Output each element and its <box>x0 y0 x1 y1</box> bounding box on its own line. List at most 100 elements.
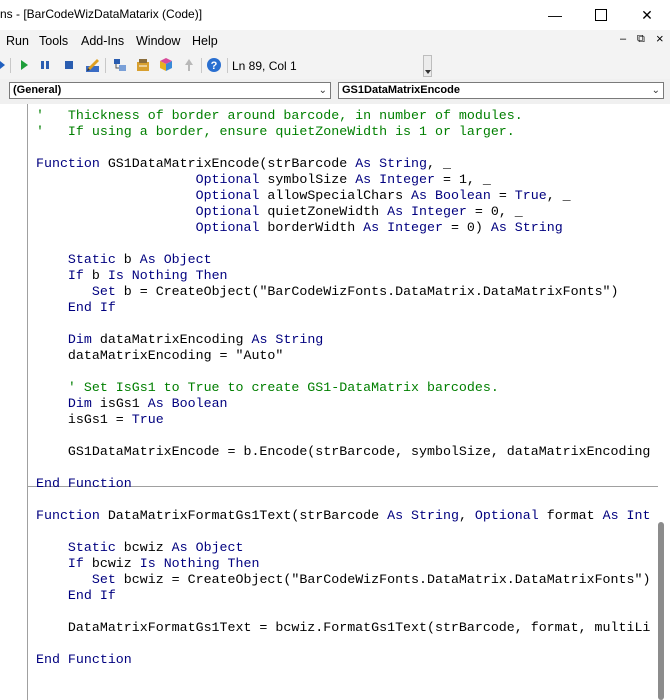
reset-icon[interactable] <box>61 57 77 73</box>
scrollbar-thumb[interactable] <box>658 522 664 700</box>
minimize-button[interactable]: — <box>532 0 578 30</box>
window-title: ns - [BarCodeWizDataMatarix (Code)] <box>0 7 203 21</box>
code-text-area[interactable]: ' Thickness of border around barcode, in… <box>36 108 662 700</box>
code-line[interactable]: Static b As Object <box>36 252 662 268</box>
code-line[interactable] <box>36 524 662 540</box>
object-dropdown[interactable]: (General) ⌄ <box>9 82 331 99</box>
code-line[interactable]: Optional borderWidth As Integer = 0) As … <box>36 220 662 236</box>
menu-tools[interactable]: Tools <box>39 34 68 48</box>
object-dropdown-value: (General) <box>13 84 62 96</box>
menu-bar: Run Tools Add-Ins Window Help – ⧉ × <box>0 30 670 52</box>
properties-window-icon[interactable] <box>135 57 151 73</box>
code-keyword: As String <box>387 508 459 523</box>
mdi-restore-button[interactable]: ⧉ <box>637 33 645 46</box>
code-line[interactable] <box>36 236 662 252</box>
code-text: b <box>115 252 140 267</box>
menu-window[interactable]: Window <box>136 34 180 48</box>
code-line[interactable]: Static bcwiz As Object <box>36 540 662 556</box>
object-browser-icon[interactable] <box>158 57 174 73</box>
code-keyword: As Boolean <box>411 188 491 203</box>
standard-toolbar: ? Ln 89, Col 1 <box>0 52 670 80</box>
code-keyword: As String <box>490 220 563 235</box>
code-text: GS1DataMatrixEncode(strBarcode <box>99 156 356 171</box>
code-line[interactable]: Dim dataMatrixEncoding As String <box>36 332 662 348</box>
code-text: bcwiz = CreateObject("BarCodeWizFonts.Da… <box>115 572 651 587</box>
menu-run[interactable]: Run <box>6 34 29 48</box>
code-keyword: True <box>514 188 547 203</box>
code-text: , <box>458 508 475 523</box>
code-line[interactable]: Function GS1DataMatrixEncode(strBarcode … <box>36 156 662 172</box>
toolbar-separator <box>10 58 11 73</box>
maximize-button[interactable] <box>578 0 624 30</box>
menu-add-ins[interactable]: Add-Ins <box>81 34 124 48</box>
project-explorer-icon[interactable] <box>112 57 128 73</box>
toolbar-separator <box>105 58 106 73</box>
code-keyword: Function <box>36 508 100 523</box>
code-combo-bar: (General) ⌄ GS1DataMatrixEncode ⌄ <box>0 79 670 104</box>
code-line[interactable]: GS1DataMatrixEncode = b.Encode(strBarcod… <box>36 444 662 460</box>
procedure-dropdown[interactable]: GS1DataMatrixEncode ⌄ <box>338 82 664 99</box>
code-line[interactable]: Set bcwiz = CreateObject("BarCodeWizFont… <box>36 572 662 588</box>
code-editor[interactable]: ' Thickness of border around barcode, in… <box>0 104 670 700</box>
code-keyword: Optional <box>474 508 539 523</box>
break-icon[interactable] <box>37 57 53 73</box>
code-line[interactable]: isGs1 = True <box>36 412 662 428</box>
code-line[interactable]: Function DataMatrixFormatGs1Text(strBarc… <box>36 508 662 524</box>
code-line[interactable]: End Function <box>36 652 662 668</box>
code-line[interactable] <box>36 316 662 332</box>
code-line[interactable]: End If <box>36 300 662 316</box>
code-line[interactable]: Optional quietZoneWidth As Integer = 0, … <box>36 204 662 220</box>
code-text: = 1, _ <box>435 172 491 187</box>
code-line[interactable]: Optional symbolSize As Integer = 1, _ <box>36 172 662 188</box>
help-icon[interactable]: ? <box>206 57 222 73</box>
code-keyword: Set <box>91 572 116 587</box>
code-line[interactable] <box>36 364 662 380</box>
code-text: DataMatrixFormatGs1Text = bcwiz.FormatGs… <box>36 620 651 635</box>
code-line[interactable] <box>36 428 662 444</box>
code-keyword: Optional <box>195 220 260 235</box>
code-line[interactable]: End If <box>36 588 662 604</box>
code-line[interactable]: ' If using a border, ensure quietZoneWid… <box>36 124 662 140</box>
code-line[interactable]: Set b = CreateObject("BarCodeWizFonts.Da… <box>36 284 662 300</box>
code-line[interactable]: ' Set IsGs1 to True to create GS1-DataMa… <box>36 380 662 396</box>
code-line[interactable] <box>36 460 662 476</box>
design-mode-icon[interactable] <box>85 57 101 73</box>
code-keyword: Dim <box>67 332 92 347</box>
code-line[interactable] <box>36 636 662 652</box>
code-text: , _ <box>546 188 571 203</box>
code-line[interactable]: dataMatrixEncoding = "Auto" <box>36 348 662 364</box>
code-text: GS1DataMatrixEncode = b.Encode(strBarcod… <box>36 444 651 459</box>
toolbar-separator <box>201 58 202 73</box>
mdi-minimize-button[interactable]: – <box>620 33 626 45</box>
code-line[interactable] <box>36 492 662 508</box>
menu-help[interactable]: Help <box>192 34 218 48</box>
code-line[interactable]: ' Thickness of border around barcode, in… <box>36 108 662 124</box>
toolbar-options-button[interactable] <box>423 55 432 77</box>
code-line[interactable]: If b Is Nothing Then <box>36 268 662 284</box>
margin-indicator-bar <box>2 104 28 700</box>
run-icon[interactable] <box>16 57 32 73</box>
code-line[interactable] <box>36 140 662 156</box>
code-keyword: End Function <box>36 476 132 491</box>
mdi-close-button[interactable]: × <box>656 31 664 46</box>
insert-module-icon[interactable] <box>0 57 10 73</box>
code-line[interactable]: DataMatrixFormatGs1Text = bcwiz.FormatGs… <box>36 620 662 636</box>
code-line[interactable] <box>36 604 662 620</box>
toolbox-icon[interactable] <box>181 57 197 73</box>
code-line[interactable]: Dim isGs1 As Boolean <box>36 396 662 412</box>
code-line[interactable]: If bcwiz Is Nothing Then <box>36 556 662 572</box>
code-line[interactable]: End Function <box>36 476 662 492</box>
code-text: = <box>490 188 515 203</box>
code-line[interactable]: Optional allowSpecialChars As Boolean = … <box>36 188 662 204</box>
close-button[interactable]: ✕ <box>624 0 670 30</box>
code-text: dataMatrixEncoding = "Auto" <box>36 348 284 363</box>
code-keyword: As Boolean <box>147 396 228 411</box>
code-keyword: Dim <box>67 396 92 411</box>
